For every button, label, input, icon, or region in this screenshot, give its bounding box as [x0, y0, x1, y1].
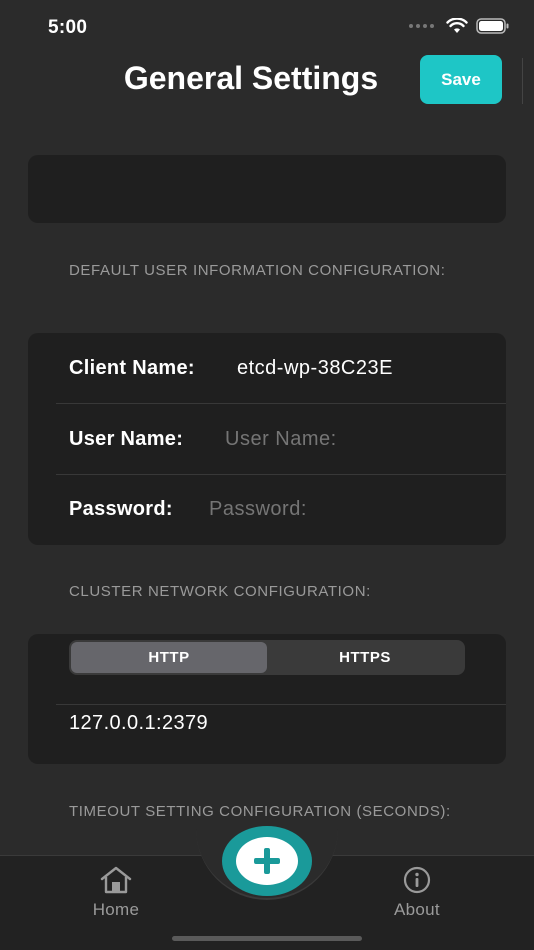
client-name-label: Client Name:: [69, 356, 195, 379]
user-info-card: Client Name: etcd-wp-38C23E User Name: P…: [28, 333, 506, 545]
user-name-row: User Name:: [28, 404, 506, 474]
nav-divider: [522, 58, 523, 104]
password-label: Password:: [69, 497, 173, 520]
endpoint-value[interactable]: 127.0.0.1:2379: [69, 712, 208, 735]
tab-home-label: Home: [92, 900, 140, 919]
tab-about-label: About: [394, 900, 440, 919]
password-row: Password:: [28, 474, 506, 544]
add-button[interactable]: [222, 826, 312, 896]
tab-home[interactable]: Home: [66, 866, 166, 920]
info-icon: [403, 866, 431, 894]
navigation-bar: General Settings Save: [0, 50, 534, 114]
home-indicator: [172, 936, 362, 941]
status-icons: [409, 18, 510, 34]
wifi-icon: [446, 18, 468, 33]
cluster-card: HTTP HTTPS 127.0.0.1:2379: [28, 634, 506, 764]
protocol-segmented-control: HTTP HTTPS: [69, 640, 465, 675]
client-name-row: Client Name: etcd-wp-38C23E: [28, 333, 506, 403]
signal-icon: [409, 24, 434, 28]
row-divider: [56, 704, 506, 705]
section-header-cluster: CLUSTER NETWORK CONFIGURATION:: [69, 583, 371, 600]
home-icon: [100, 866, 132, 894]
battery-icon: [476, 18, 509, 34]
tab-about[interactable]: About: [367, 866, 467, 920]
empty-card: [28, 155, 506, 223]
section-header-user-info: DEFAULT USER INFORMATION CONFIGURATION:: [69, 262, 446, 279]
user-name-label: User Name:: [69, 427, 184, 450]
plus-icon: [236, 837, 298, 885]
client-name-value: etcd-wp-38C23E: [237, 356, 393, 379]
save-button[interactable]: Save: [420, 55, 502, 104]
page-title-text: General Settings: [123, 60, 379, 96]
section-header-timeout: TIMEOUT SETTING CONFIGURATION (SECONDS):: [69, 803, 451, 820]
segment-http[interactable]: HTTP: [71, 642, 267, 673]
password-input[interactable]: [209, 497, 479, 521]
segment-https[interactable]: HTTPS: [267, 642, 463, 673]
status-bar: 5:00: [0, 0, 534, 50]
user-name-input[interactable]: [225, 427, 485, 451]
status-time: 5:00: [48, 17, 88, 38]
